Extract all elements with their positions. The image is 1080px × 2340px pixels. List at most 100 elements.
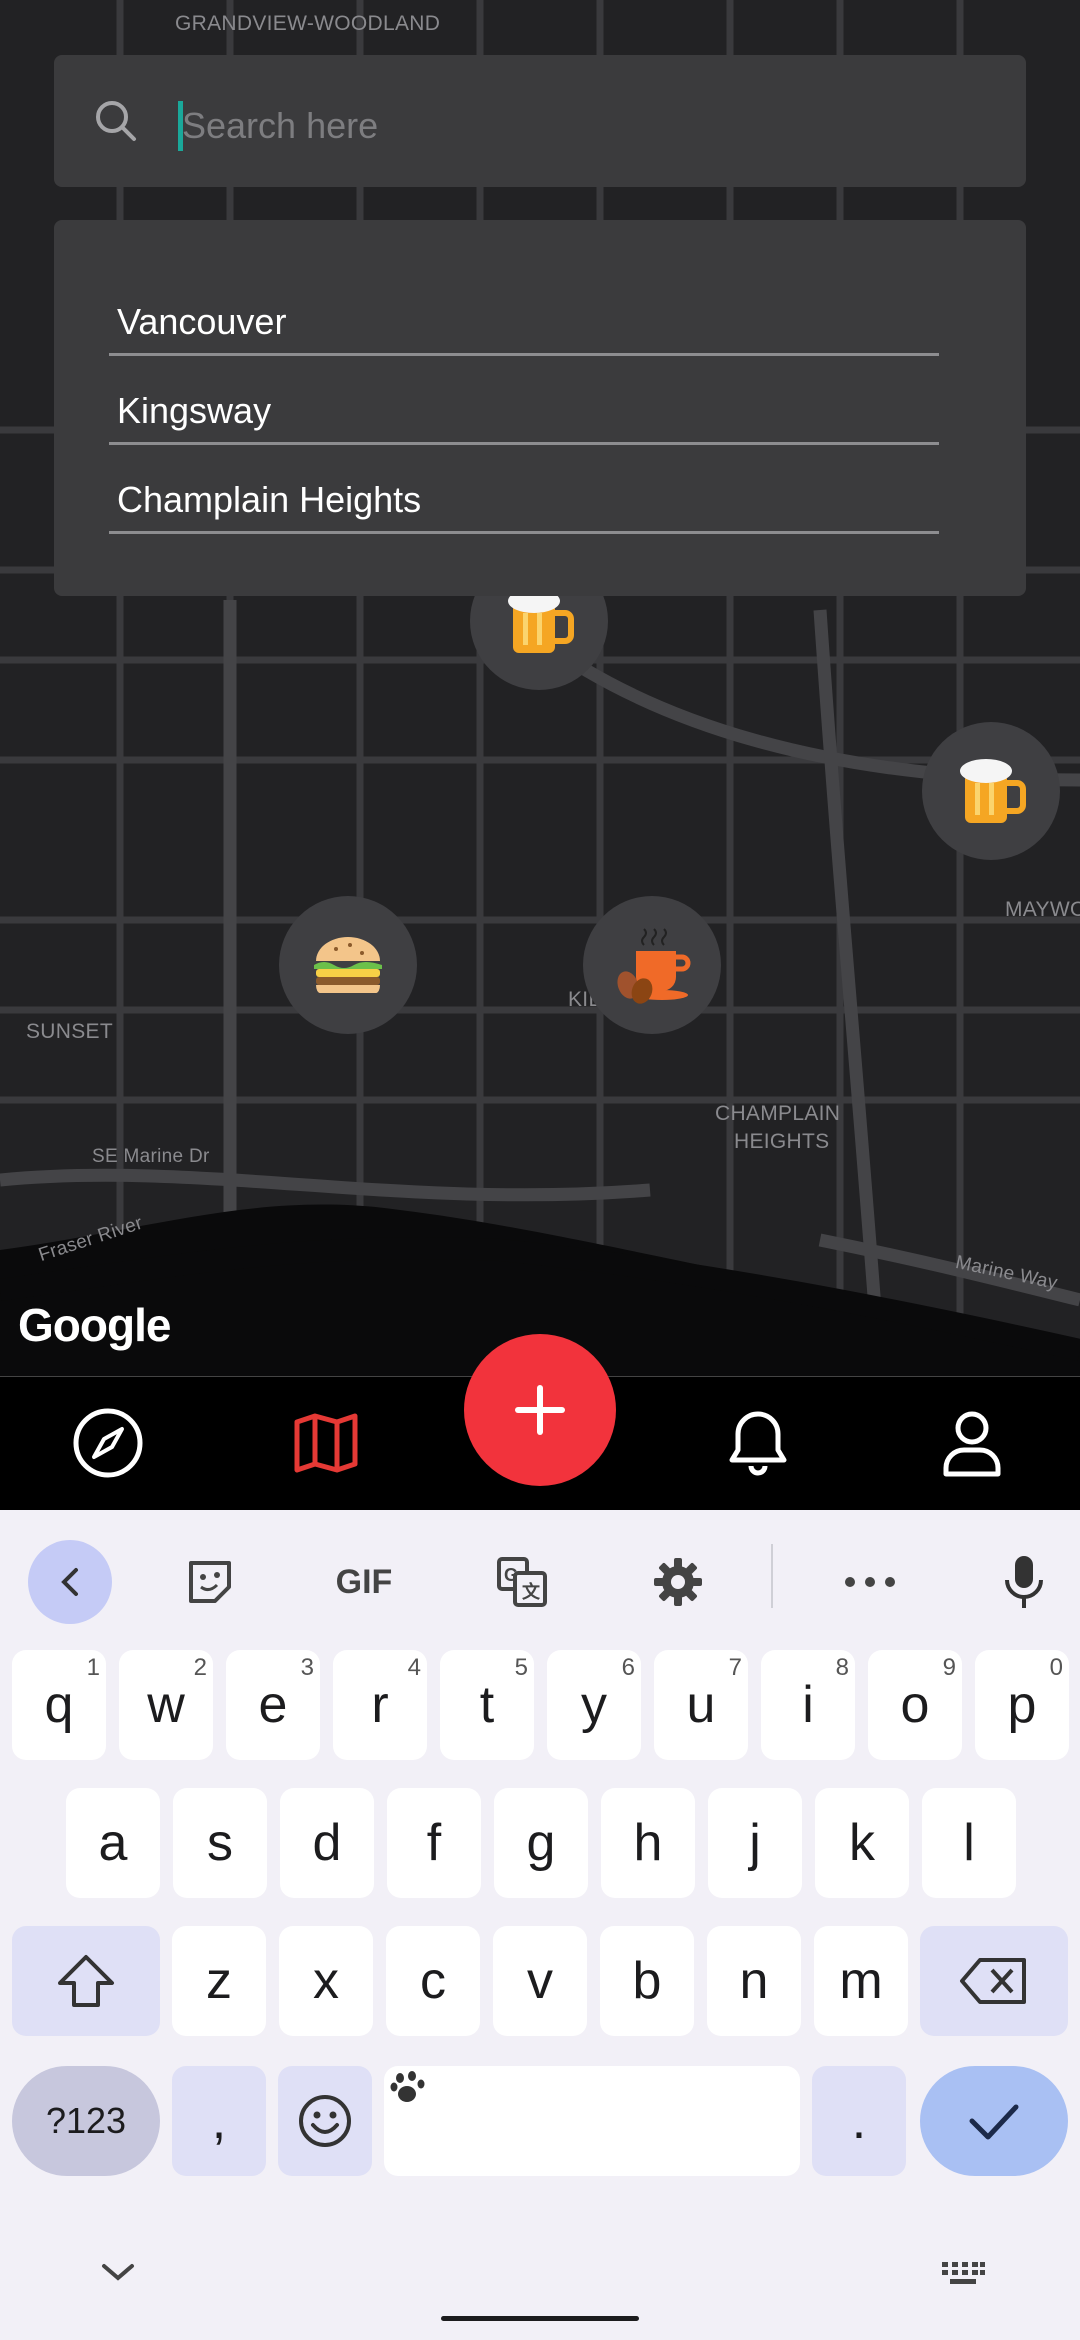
more-button[interactable] [828,1540,912,1624]
key-t[interactable]: t5 [440,1650,534,1760]
more-icon [845,1577,895,1587]
voice-input-button[interactable] [982,1540,1066,1624]
soft-keyboard: GIF G 文 q 1 w 2 e 3 r 4 t 5 y 6 u 7 i 8 … [0,1510,1080,2340]
suggestion-item[interactable]: Champlain Heights [109,458,939,534]
chevron-left-icon [61,1568,78,1596]
backspace-icon [960,1958,1026,2004]
translate-icon: G 文 [497,1557,547,1607]
paw-icon [390,2071,425,2102]
key-p[interactable]: p0 [975,1650,1069,1760]
map-label-champlain: CHAMPLAIN [715,1102,841,1125]
key-j[interactable]: j [708,1788,802,1898]
key-number-hint: 5 [514,1654,528,1681]
key-r[interactable]: r4 [333,1650,427,1760]
key-i[interactable]: i8 [761,1650,855,1760]
enter-key[interactable] [920,2066,1068,2176]
key-letter: u [686,1676,716,1734]
key-g[interactable]: g [494,1788,588,1898]
hide-keyboard-button[interactable] [98,2260,138,2289]
key-x[interactable]: x [279,1926,373,2036]
map-view[interactable]: GRANDVIEW-WOODLAND SUNSET SE Marine Dr F… [0,0,1080,1376]
gif-button[interactable]: GIF [322,1540,406,1624]
key-letter: r [371,1676,389,1734]
key-s[interactable]: s [173,1788,267,1898]
burger-marker[interactable] [279,896,417,1034]
map-button[interactable] [286,1403,366,1483]
key-c[interactable]: c [386,1926,480,2036]
backspace-key[interactable] [920,1926,1068,2036]
profile-button[interactable] [932,1403,1012,1483]
key-d[interactable]: d [280,1788,374,1898]
key-letter: o [900,1676,930,1734]
key-number-hint: 2 [193,1654,207,1681]
microphone-icon [1005,1556,1043,1608]
checkmark-icon [969,2104,1019,2140]
key-o[interactable]: o9 [868,1650,962,1760]
key-number-hint: 7 [728,1654,742,1681]
suggestion-item[interactable]: Vancouver [109,280,939,356]
space-key[interactable] [384,2066,800,2176]
key-number-hint: 6 [621,1654,635,1681]
toolbar-divider [771,1544,773,1608]
key-q[interactable]: q1 [12,1650,106,1760]
period-key[interactable]: . [812,2066,906,2176]
key-b[interactable]: b [600,1926,694,2036]
key-w[interactable]: w2 [119,1650,213,1760]
key-m[interactable]: m [814,1926,908,2036]
keyboard-back-button[interactable] [28,1540,112,1624]
key-f[interactable]: f [387,1788,481,1898]
svg-text:G: G [504,1565,518,1585]
key-l[interactable]: l [922,1788,1016,1898]
map-label-heights: HEIGHTS [734,1130,830,1153]
key-letter: t [479,1676,495,1734]
google-attribution: Google [18,1299,171,1351]
key-number-hint: 4 [407,1654,421,1681]
burger-icon [314,937,382,993]
settings-button[interactable] [636,1540,720,1624]
shift-key[interactable] [12,1926,160,2036]
plus-icon [515,1385,565,1435]
key-u[interactable]: u7 [654,1650,748,1760]
search-input[interactable]: Search here [182,101,378,151]
suggestions-dropdown: Vancouver Kingsway Champlain Heights [54,220,1026,596]
suggestion-item[interactable]: Kingsway [109,369,939,445]
map-label-maywood: MAYWO [1005,898,1080,921]
map-label-sunset: SUNSET [26,1020,113,1043]
explore-button[interactable] [68,1403,148,1483]
key-k[interactable]: k [815,1788,909,1898]
profile-icon [943,1411,1001,1477]
add-button[interactable] [464,1334,616,1486]
key-y[interactable]: y6 [547,1650,641,1760]
key-z[interactable]: z [172,1926,266,2036]
key-letter: p [1007,1676,1037,1734]
key-number-hint: 3 [300,1654,314,1681]
key-n[interactable]: n [707,1926,801,2036]
search-bar[interactable]: Search here [54,55,1026,187]
emoji-key[interactable] [278,2066,372,2176]
sticker-icon [189,1561,231,1603]
key-letter: e [258,1676,288,1734]
compass-icon [73,1408,143,1478]
key-number-hint: 0 [1049,1654,1063,1681]
key-a[interactable]: a [66,1788,160,1898]
key-e[interactable]: e3 [226,1650,320,1760]
key-number-hint: 1 [86,1654,100,1681]
symbols-key[interactable]: ?123 [12,2066,160,2176]
notifications-button[interactable] [718,1403,798,1483]
map-label-se-marine: SE Marine Dr [92,1146,210,1167]
beer-icon [960,759,1026,823]
gesture-handle [441,2316,639,2321]
coffee-marker[interactable] [583,896,721,1034]
key-letter: i [802,1676,814,1734]
sticker-button[interactable] [168,1540,252,1624]
key-letter: q [44,1676,74,1734]
key-v[interactable]: v [493,1926,587,2036]
keyboard-switch-button[interactable] [940,2260,986,2291]
translate-button[interactable]: G 文 [480,1540,564,1624]
gear-icon [654,1558,702,1606]
shift-icon [58,1955,114,2007]
key-h[interactable]: h [601,1788,695,1898]
chevron-down-icon [102,2264,134,2281]
beer-marker[interactable] [922,722,1060,860]
comma-key[interactable]: , [172,2066,266,2176]
